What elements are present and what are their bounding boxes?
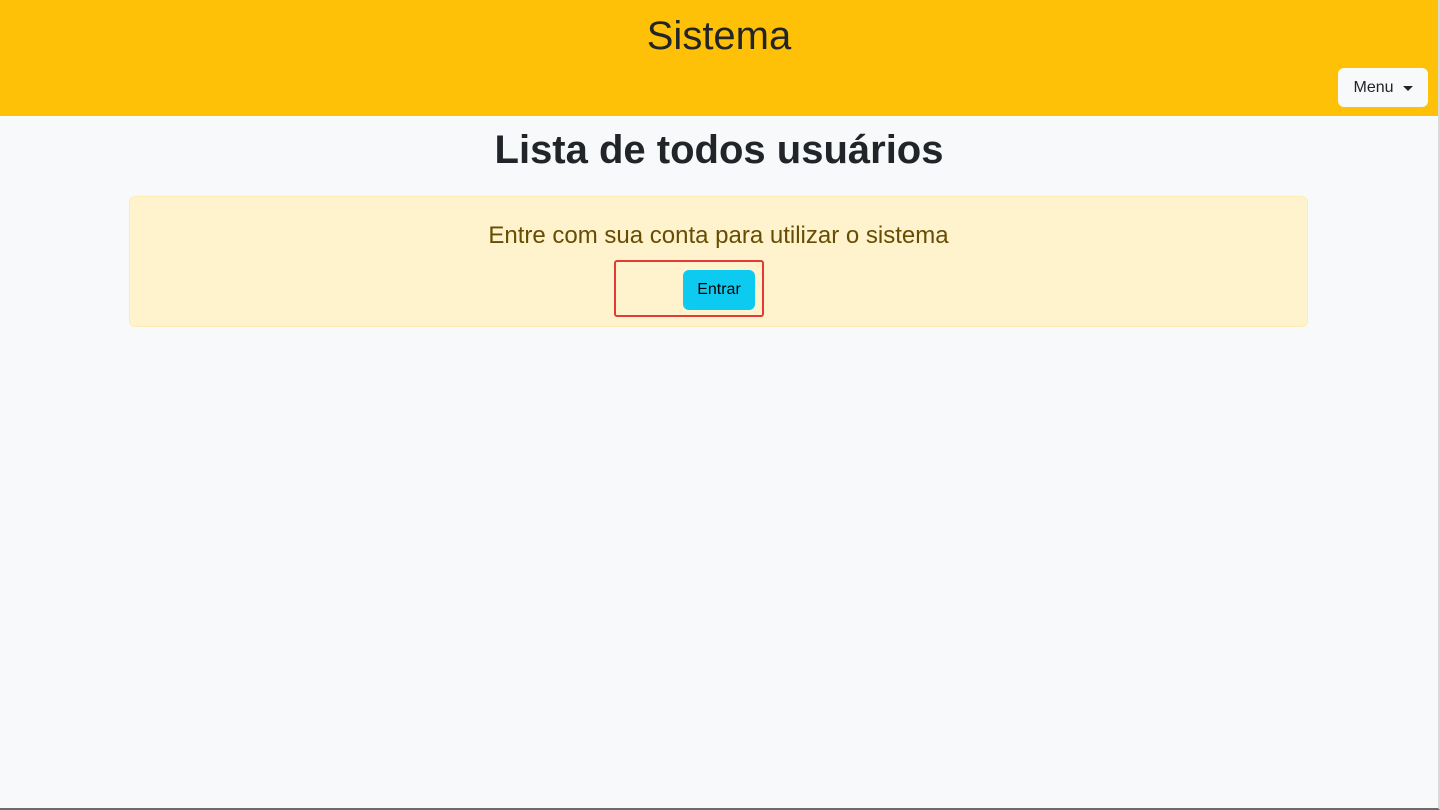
site-title: Sistema (646, 14, 792, 58)
caret-down-icon (1402, 85, 1413, 91)
login-alert: Entre com sua conta para utilizar o sist… (129, 196, 1308, 327)
page-title: Lista de todos usuários (494, 128, 944, 172)
menu-button-label: Menu (1353, 78, 1394, 96)
menu-button[interactable]: Menu (1338, 68, 1428, 107)
login-alert-message: Entre com sua conta para utilizar o sist… (488, 222, 949, 249)
application-page: Sistema Menu Lista de todos usuários Ent… (0, 0, 1440, 810)
site-header: Sistema Menu (0, 0, 1438, 116)
enter-button[interactable]: Entrar (683, 270, 755, 310)
